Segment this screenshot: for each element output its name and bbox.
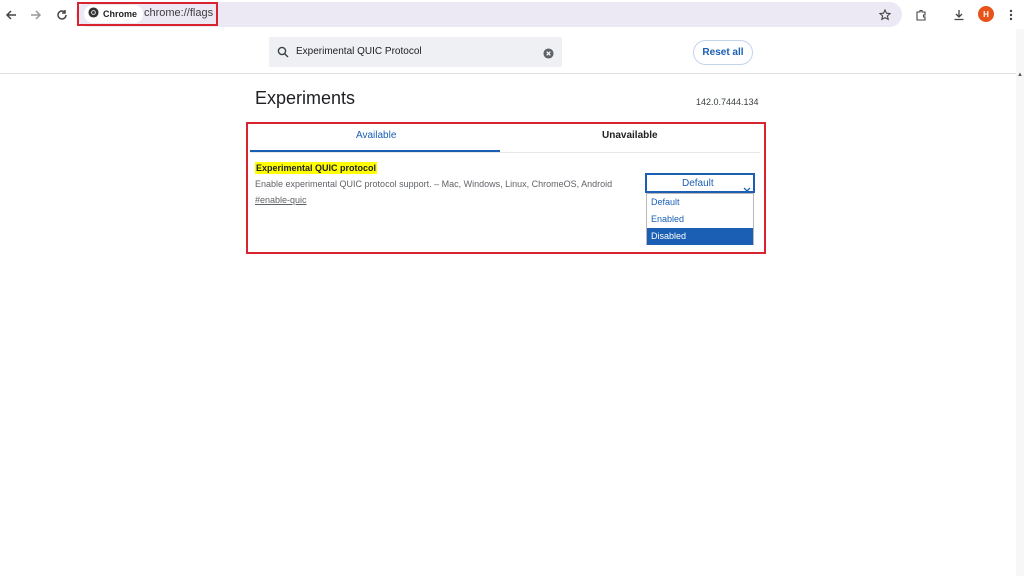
extensions-icon[interactable] xyxy=(910,4,932,26)
address-highlight-box xyxy=(77,2,218,26)
more-menu-icon[interactable] xyxy=(1000,4,1022,26)
tab-available[interactable]: Available xyxy=(356,130,396,141)
search-input-value[interactable]: Experimental QUIC Protocol xyxy=(296,46,422,57)
forward-icon[interactable] xyxy=(25,4,47,26)
experiment-name: Experimental QUIC protocol xyxy=(255,162,378,174)
active-tab-indicator xyxy=(250,150,500,152)
reset-all-button[interactable]: Reset all xyxy=(693,40,753,65)
select-dropdown: Default Enabled Disabled xyxy=(646,193,754,245)
experiment-state-select[interactable]: Default xyxy=(645,173,755,193)
download-icon[interactable] xyxy=(948,4,970,26)
version-label: 142.0.7444.134 xyxy=(696,97,759,107)
clear-search-icon[interactable] xyxy=(543,46,554,64)
reload-icon[interactable] xyxy=(51,4,73,26)
tab-unavailable[interactable]: Unavailable xyxy=(602,130,658,141)
page-title: Experiments xyxy=(255,88,356,108)
experiment-description: Enable experimental QUIC protocol suppor… xyxy=(255,179,613,189)
scroll-up-icon[interactable]: ▲ xyxy=(1017,72,1023,78)
experiment-link[interactable]: #enable-quic xyxy=(255,195,307,205)
back-icon[interactable] xyxy=(0,4,22,26)
page-scrollbar[interactable] xyxy=(1016,29,1024,576)
option-disabled[interactable]: Disabled xyxy=(647,228,753,245)
select-current-value: Default xyxy=(682,178,714,189)
option-default[interactable]: Default xyxy=(647,194,753,211)
option-enabled[interactable]: Enabled xyxy=(647,211,753,228)
profile-avatar[interactable]: H xyxy=(978,6,994,22)
bookmark-star-icon[interactable] xyxy=(874,4,896,26)
tab-divider xyxy=(250,152,760,153)
search-icon xyxy=(277,45,289,63)
